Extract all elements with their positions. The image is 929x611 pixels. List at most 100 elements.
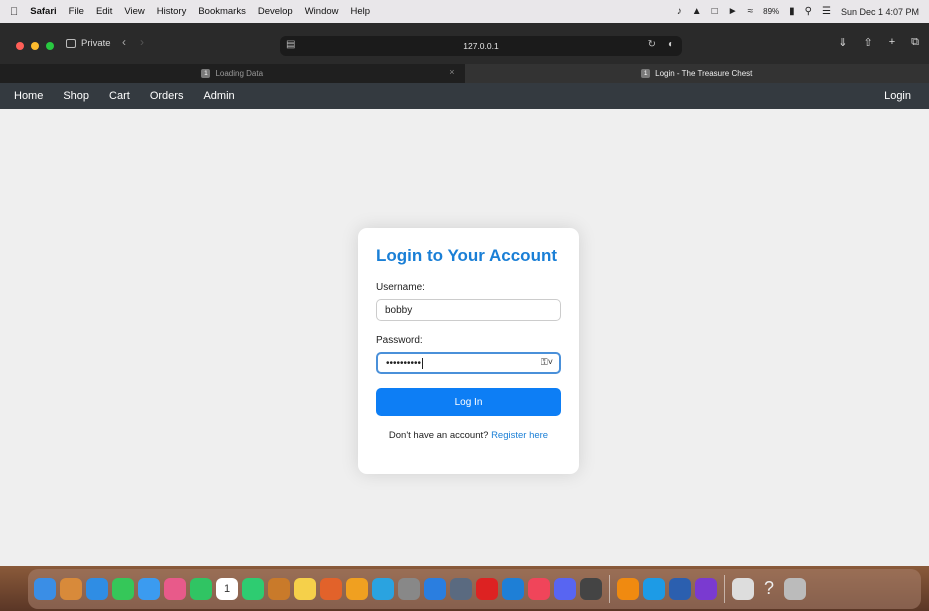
share-icon[interactable]: ⇧ bbox=[863, 36, 872, 49]
dock: 1 ? bbox=[0, 566, 929, 611]
audio-icon[interactable]: ♪ bbox=[677, 6, 682, 17]
app-icon[interactable] bbox=[732, 578, 754, 600]
toolbar-actions: ⇓ ⇧ + ⧉ bbox=[838, 36, 919, 49]
telegram-icon[interactable] bbox=[372, 578, 394, 600]
menu-extras: ♪ ▲ □ ► ≈ 89% ▮ ⚲ ☰ Sun Dec 1 4:07 PM bbox=[677, 6, 919, 17]
download-icon[interactable]: ⇓ bbox=[838, 36, 847, 49]
spotlight-icon[interactable]: ⚲ bbox=[805, 6, 812, 17]
trash-icon[interactable] bbox=[784, 578, 806, 600]
tab-favicon: 1 bbox=[201, 69, 211, 78]
photos-icon[interactable] bbox=[164, 578, 186, 600]
notes-icon[interactable] bbox=[294, 578, 316, 600]
wifi-icon[interactable]: ≈ bbox=[748, 6, 754, 17]
docker-icon[interactable] bbox=[643, 578, 665, 600]
password-input[interactable]: •••••••••• ⚿˅ bbox=[376, 352, 561, 374]
window-controls bbox=[16, 42, 54, 50]
bolt-app-icon[interactable] bbox=[346, 578, 368, 600]
nav-login[interactable]: Login bbox=[884, 90, 911, 102]
tab-login[interactable]: 1 Login - The Treasure Chest bbox=[464, 64, 929, 83]
menu-file[interactable]: File bbox=[69, 6, 84, 17]
minimize-window-button[interactable] bbox=[31, 42, 39, 50]
finder-icon[interactable] bbox=[34, 578, 56, 600]
app-icon[interactable] bbox=[450, 578, 472, 600]
calendar-icon[interactable]: 1 bbox=[216, 578, 238, 600]
control-center-icon[interactable]: ☰ bbox=[822, 6, 831, 17]
close-window-button[interactable] bbox=[16, 42, 24, 50]
nav-shop[interactable]: Shop bbox=[63, 90, 89, 102]
login-card: Login to Your Account Username: bobby Pa… bbox=[358, 228, 579, 474]
tab-label: Loading Data bbox=[215, 69, 264, 78]
register-text: Don't have an account? bbox=[388, 430, 489, 441]
settings-icon[interactable] bbox=[398, 578, 420, 600]
page-title: Login to Your Account bbox=[376, 246, 557, 265]
private-label: Private bbox=[81, 38, 111, 49]
acrobat-icon[interactable] bbox=[476, 578, 498, 600]
help-icon[interactable]: ? bbox=[758, 578, 780, 600]
nav-orders[interactable]: Orders bbox=[150, 90, 184, 102]
menu-history[interactable]: History bbox=[157, 6, 187, 17]
launchpad-icon[interactable] bbox=[60, 578, 82, 600]
tab-strip: 1 Loading Data × 1 Login - The Treasure … bbox=[0, 64, 929, 83]
github-icon[interactable] bbox=[695, 578, 717, 600]
apple-icon[interactable]:  bbox=[10, 6, 18, 18]
tab-loading-data[interactable]: 1 Loading Data × bbox=[0, 64, 465, 83]
site-navbar: Home Shop Cart Orders Admin Login bbox=[0, 83, 929, 109]
safari-icon[interactable] bbox=[86, 578, 108, 600]
menu-app-name[interactable]: Safari bbox=[30, 6, 56, 17]
dock-separator bbox=[609, 575, 610, 603]
tab-favicon: 1 bbox=[641, 69, 651, 78]
app-icon[interactable] bbox=[580, 578, 602, 600]
app-icon[interactable] bbox=[268, 578, 290, 600]
whatsapp-icon[interactable] bbox=[242, 578, 264, 600]
tab-overview-icon[interactable]: ⧉ bbox=[911, 36, 919, 49]
window-icon[interactable]: □ bbox=[712, 6, 718, 17]
nav-home[interactable]: Home bbox=[14, 90, 43, 102]
nav-admin[interactable]: Admin bbox=[203, 90, 234, 102]
menu-edit[interactable]: Edit bbox=[96, 6, 112, 17]
menu-develop[interactable]: Develop bbox=[258, 6, 293, 17]
login-button[interactable]: Log In bbox=[376, 388, 561, 416]
vscode-icon[interactable] bbox=[502, 578, 524, 600]
new-tab-icon[interactable]: + bbox=[889, 36, 895, 49]
register-prompt: Don't have an account? Register here bbox=[376, 430, 561, 441]
password-label: Password: bbox=[376, 335, 423, 346]
shield-icon[interactable]: ◐ bbox=[668, 39, 674, 50]
back-icon[interactable]: ‹ bbox=[122, 35, 126, 49]
macos-menu-bar:  Safari File Edit View History Bookmark… bbox=[0, 0, 929, 23]
zoom-window-button[interactable] bbox=[46, 42, 54, 50]
username-input[interactable]: bobby bbox=[376, 299, 561, 321]
address-bar[interactable]: ▤ 127.0.0.1 ↻ ◐ bbox=[280, 36, 682, 56]
vlc-icon[interactable] bbox=[617, 578, 639, 600]
menu-help[interactable]: Help bbox=[351, 6, 371, 17]
vlc-menu-icon[interactable]: ▲ bbox=[692, 6, 702, 17]
sidebar-icon bbox=[66, 39, 76, 48]
discord-icon[interactable] bbox=[554, 578, 576, 600]
matlab-icon[interactable] bbox=[320, 578, 342, 600]
dock-separator bbox=[724, 575, 725, 603]
battery-percent[interactable]: 89% bbox=[763, 7, 779, 16]
battery-icon[interactable]: ▮ bbox=[789, 6, 795, 17]
word-icon[interactable] bbox=[669, 578, 691, 600]
music-icon[interactable] bbox=[528, 578, 550, 600]
key-icon[interactable]: ⚿˅ bbox=[541, 357, 553, 368]
username-label: Username: bbox=[376, 282, 425, 293]
play-icon[interactable]: ► bbox=[728, 6, 738, 17]
nav-cart[interactable]: Cart bbox=[109, 90, 130, 102]
facetime-icon[interactable] bbox=[190, 578, 212, 600]
reload-icon[interactable]: ↻ bbox=[648, 39, 656, 50]
menu-bookmarks[interactable]: Bookmarks bbox=[198, 6, 246, 17]
private-indicator[interactable]: Private bbox=[66, 38, 111, 49]
tab-close-icon[interactable]: × bbox=[449, 67, 454, 77]
mail-icon[interactable] bbox=[138, 578, 160, 600]
register-link[interactable]: Register here bbox=[491, 430, 548, 441]
menu-view[interactable]: View bbox=[124, 6, 144, 17]
datetime[interactable]: Sun Dec 1 4:07 PM bbox=[841, 7, 919, 17]
messages-icon[interactable] bbox=[112, 578, 134, 600]
tab-label: Login - The Treasure Chest bbox=[655, 69, 753, 78]
app-icon[interactable] bbox=[424, 578, 446, 600]
nav-arrows: ‹ › bbox=[122, 35, 144, 49]
page-menu-icon[interactable]: ▤ bbox=[286, 39, 295, 50]
dock-bar: 1 ? bbox=[28, 569, 921, 609]
menu-window[interactable]: Window bbox=[305, 6, 339, 17]
forward-icon[interactable]: › bbox=[140, 35, 144, 49]
